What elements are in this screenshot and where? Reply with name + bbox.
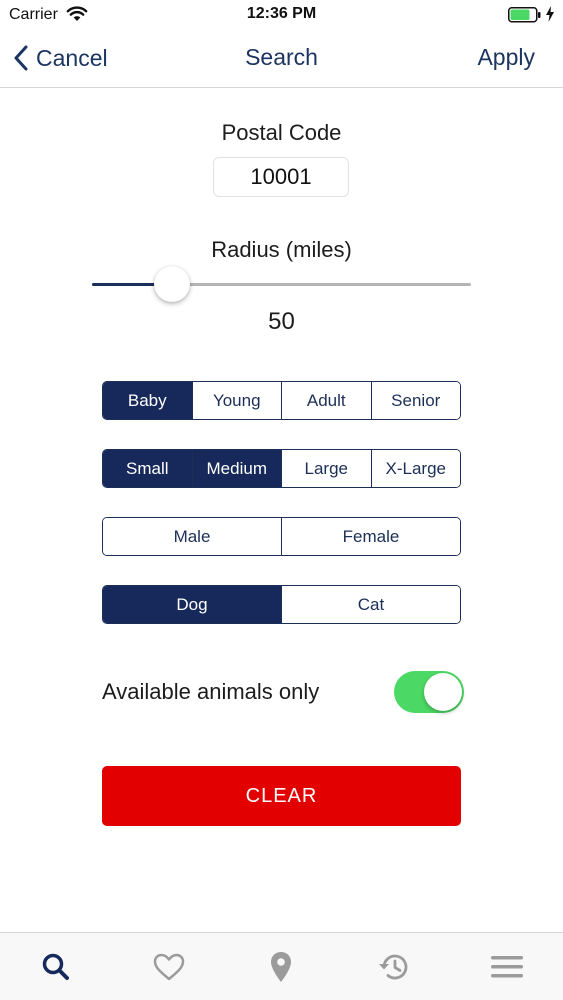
tab-menu[interactable] bbox=[450, 933, 563, 1000]
toggle-knob bbox=[424, 673, 462, 711]
size-option-small[interactable]: Small bbox=[103, 450, 193, 487]
age-option-baby[interactable]: Baby bbox=[103, 382, 193, 419]
radius-value: 50 bbox=[268, 308, 295, 335]
age-option-senior[interactable]: Senior bbox=[371, 382, 460, 419]
age-option-young[interactable]: Young bbox=[192, 382, 282, 419]
size-option-large[interactable]: Large bbox=[282, 450, 372, 487]
clear-button[interactable]: CLEAR bbox=[102, 766, 461, 826]
apply-button[interactable]: Apply bbox=[477, 44, 535, 71]
species-segmented-control: Dog Cat bbox=[102, 585, 461, 624]
tab-search[interactable] bbox=[0, 933, 113, 1000]
navigation-bar: Cancel Search Apply bbox=[0, 30, 563, 88]
tab-location[interactable] bbox=[225, 933, 338, 1000]
search-icon bbox=[43, 953, 70, 980]
available-only-toggle[interactable] bbox=[394, 671, 464, 713]
clock: 12:36 PM bbox=[246, 5, 317, 22]
menu-icon bbox=[490, 955, 523, 977]
heart-icon bbox=[153, 953, 185, 980]
size-option-x-large[interactable]: X-Large bbox=[371, 450, 460, 487]
size-segmented-control: Small Medium Large X-Large bbox=[102, 449, 461, 488]
age-option-adult[interactable]: Adult bbox=[282, 382, 372, 419]
gender-option-female[interactable]: Female bbox=[282, 518, 460, 555]
status-bar: Carrier 12:36 PM bbox=[0, 0, 563, 30]
tab-favorites[interactable] bbox=[113, 933, 226, 1000]
battery-icon bbox=[508, 7, 541, 23]
size-option-medium[interactable]: Medium bbox=[192, 450, 282, 487]
species-option-cat[interactable]: Cat bbox=[282, 586, 460, 623]
location-pin-icon bbox=[271, 951, 292, 982]
postal-code-input[interactable] bbox=[213, 157, 349, 197]
tab-history[interactable] bbox=[338, 933, 451, 1000]
age-segmented-control: Baby Young Adult Senior bbox=[102, 381, 461, 420]
postal-code-label: Postal Code bbox=[221, 120, 342, 145]
radius-slider[interactable] bbox=[92, 266, 471, 302]
radius-label: Radius (miles) bbox=[211, 237, 352, 262]
gender-option-male[interactable]: Male bbox=[103, 518, 282, 555]
species-option-dog[interactable]: Dog bbox=[103, 586, 282, 623]
radius-slider-thumb[interactable] bbox=[154, 266, 190, 302]
charging-bolt-icon bbox=[546, 6, 554, 22]
available-only-label: Available animals only bbox=[102, 679, 320, 704]
history-icon bbox=[379, 954, 408, 979]
gender-segmented-control: Male Female bbox=[102, 517, 461, 556]
tab-bar bbox=[0, 932, 563, 1000]
